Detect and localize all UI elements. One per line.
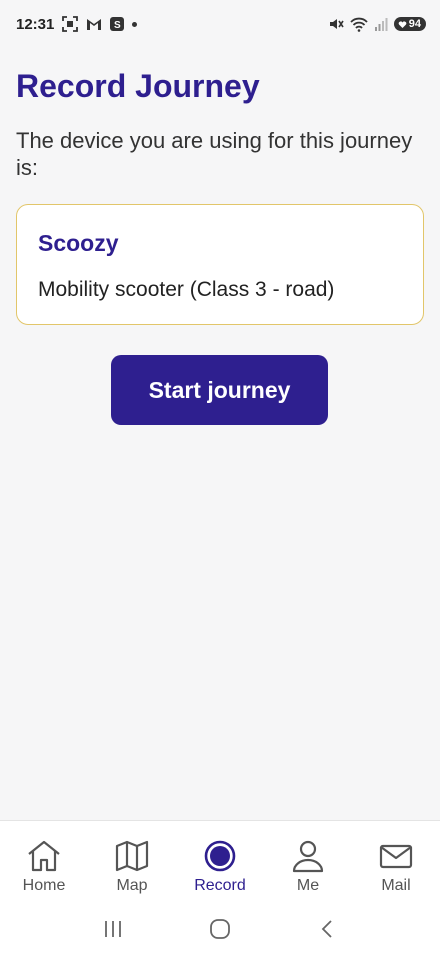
back-icon[interactable] <box>307 909 347 949</box>
nav-item-home[interactable]: Home <box>0 821 88 911</box>
nav-item-me[interactable]: Me <box>264 821 352 911</box>
mute-icon <box>328 16 344 32</box>
gmail-icon <box>86 17 102 31</box>
map-icon <box>115 839 149 873</box>
status-left: 12:31 S <box>16 15 138 33</box>
nav-item-record[interactable]: Record <box>176 821 264 911</box>
nav-item-mail[interactable]: Mail <box>352 821 440 911</box>
start-journey-button[interactable]: Start journey <box>111 355 328 425</box>
svg-text:S: S <box>114 20 121 31</box>
nav-label-mail: Mail <box>381 877 411 894</box>
app-notification-icon: S <box>110 17 125 31</box>
nav-label-map: Map <box>116 877 148 894</box>
home-button-icon[interactable] <box>200 909 240 949</box>
nav-item-map[interactable]: Map <box>88 821 176 911</box>
nav-items: Home Map Record Me Mail <box>0 821 440 911</box>
status-bar: 12:31 S 94 <box>0 0 440 48</box>
status-right: 94 <box>328 16 426 32</box>
nav-label-home: Home <box>22 877 66 894</box>
screenshot-icon <box>62 16 79 32</box>
dot-icon <box>132 21 138 27</box>
device-type: Mobility scooter (Class 3 - road) <box>38 278 335 301</box>
system-nav-bar <box>0 905 440 953</box>
person-icon <box>291 839 325 873</box>
device-card: Scoozy Mobility scooter (Class 3 - road) <box>16 204 424 325</box>
nav-label-record: Record <box>194 877 246 894</box>
record-icon <box>203 839 237 873</box>
status-time: 12:31 <box>16 15 55 33</box>
page-title: Record Journey <box>16 68 260 104</box>
battery-level: 94 <box>408 18 421 30</box>
wifi-icon <box>350 16 368 32</box>
home-icon <box>26 839 62 873</box>
device-name: Scoozy <box>38 230 119 256</box>
mail-icon <box>379 839 413 873</box>
signal-icon <box>374 17 388 31</box>
recent-apps-icon[interactable] <box>93 909 133 949</box>
battery-icon: 94 <box>393 17 426 31</box>
intro-text: The device you are using for this journe… <box>16 128 413 180</box>
nav-label-me: Me <box>296 877 320 894</box>
